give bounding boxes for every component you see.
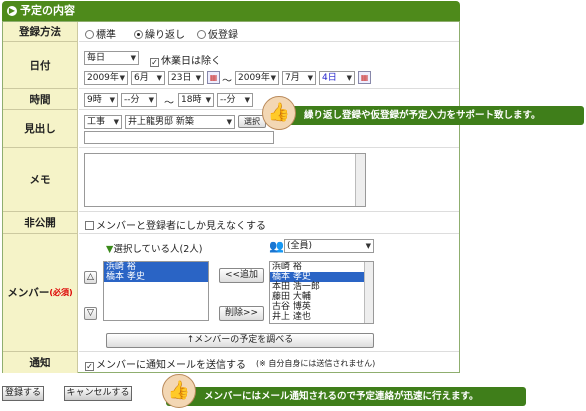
move-down-button[interactable]: ▽ <box>84 307 97 320</box>
notify-checkbox[interactable]: ✓ メンバーに通知メールを送信する <box>85 356 246 371</box>
move-up-button[interactable]: △ <box>84 271 97 284</box>
list-item[interactable]: 浜崎 裕 <box>270 262 373 272</box>
tip-banner: メンバーにはメール通知されるので予定連絡が迅速に行えます。 <box>166 387 526 406</box>
list-item[interactable]: 井上 達也 <box>270 312 373 322</box>
date-row: 毎日 ▼ ✓ 休業日は除く 2009年 ▼ 6月 ▼ 23日 ▼ ▦ 〜 2009年 ▼ 7… <box>79 42 459 89</box>
label-memo: メモ <box>3 148 78 212</box>
required-mark: (必須) <box>49 288 73 297</box>
start-minute-select[interactable]: --分 ▼ <box>121 93 157 107</box>
arrow-icon: ▶ <box>7 6 17 16</box>
list-item[interactable]: 本田 浩一郎 <box>270 282 373 292</box>
label-date: 日付 <box>3 42 78 89</box>
group-icon: 👥 <box>269 239 284 253</box>
dropdown-arrow-icon: ▼ <box>113 118 119 126</box>
check-icon: ✓ <box>85 362 94 371</box>
memo-row <box>79 148 459 212</box>
checkbox-icon <box>85 221 94 230</box>
label-time: 時間 <box>3 89 78 110</box>
start-hour-select[interactable]: 9時 ▼ <box>84 93 118 107</box>
radio-icon <box>85 30 94 39</box>
private-row: メンバーと登録者にしか見えなくする <box>79 212 459 234</box>
repeat-select[interactable]: 毎日 ▼ <box>84 51 139 65</box>
list-item[interactable]: 橋本 孝史 <box>104 272 208 282</box>
cancel-button[interactable]: キャンセルする <box>64 386 132 401</box>
dropdown-arrow-icon: ▼ <box>365 242 371 250</box>
notify-row: ✓ メンバーに通知メールを送信する (※ 自分自身には送信されません) <box>79 352 459 373</box>
calendar-icon[interactable]: ▦ <box>358 71 371 84</box>
radio-provisional[interactable]: 仮登録 <box>197 26 238 41</box>
list-item[interactable]: 藤田 大輔 <box>270 292 373 302</box>
all-members-list[interactable]: 浜崎 裕 橋本 孝史 本田 浩一郎 藤田 大輔 古谷 博英 井上 達也 <box>269 261 374 324</box>
start-day-select[interactable]: 23日 ▼ <box>168 71 204 85</box>
radio-icon <box>134 30 143 39</box>
check-schedule-button[interactable]: ↑メンバーの予定を調べる <box>106 333 374 348</box>
dropdown-arrow-icon: ▼ <box>270 74 276 82</box>
dropdown-arrow-icon: ▼ <box>109 96 115 104</box>
dropdown-arrow-icon: ▼ <box>205 96 211 104</box>
start-year-select[interactable]: 2009年 ▼ <box>84 71 128 85</box>
radio-icon <box>197 30 206 39</box>
thumbs-up-icon: 👍 <box>262 96 296 130</box>
radio-standard[interactable]: 標準 <box>85 26 116 41</box>
label-member: メンバー (必須) <box>3 234 78 352</box>
dropdown-arrow-icon: ▼ <box>226 118 232 126</box>
list-item[interactable]: 古谷 博英 <box>270 302 373 312</box>
site-select[interactable]: 井上龍男邸 新築 ▼ <box>125 115 235 129</box>
dropdown-arrow-icon: ▼ <box>244 96 250 104</box>
time-range-tilde: 〜 <box>164 98 174 109</box>
label-notify: 通知 <box>3 352 78 373</box>
scrollbar[interactable] <box>355 154 365 206</box>
dropdown-arrow-icon: ▼ <box>346 74 352 82</box>
dropdown-arrow-icon: ▼ <box>130 54 136 62</box>
remove-member-button[interactable]: 削除>> <box>219 306 264 321</box>
add-member-button[interactable]: <<追加 <box>219 268 264 283</box>
subject-input[interactable] <box>84 131 274 144</box>
check-icon: ✓ <box>150 58 159 67</box>
dropdown-arrow-icon: ▼ <box>148 96 154 104</box>
tip-banner: 繰り返し登録や仮登録が予定入力をサポート致します。 <box>266 106 584 125</box>
schedule-form: 登録方法 標準 繰り返し 仮登録 日付 毎日 ▼ ✓ 休業日は除く 2009年 ▼ 6… <box>2 21 460 373</box>
notify-note: (※ 自分自身には送信されません) <box>256 359 376 368</box>
selected-members-title: ▼選択している人(2人) <box>106 244 203 255</box>
category-select[interactable]: 工事 ▼ <box>84 115 122 129</box>
selected-members-list[interactable]: 浜崎 裕 橋本 孝史 <box>103 261 209 321</box>
dropdown-arrow-icon: ▼ <box>119 74 125 82</box>
end-minute-select[interactable]: --分 ▼ <box>217 93 253 107</box>
section-title: 予定の内容 <box>20 4 75 17</box>
scrollbar[interactable] <box>364 262 373 323</box>
register-button[interactable]: 登録する <box>2 386 44 401</box>
calendar-icon[interactable]: ▦ <box>207 71 220 84</box>
list-item[interactable]: 橋本 孝史 <box>270 272 373 282</box>
group-select[interactable]: (全員) ▼ <box>284 239 374 253</box>
date-range-tilde: 〜 <box>222 76 232 87</box>
private-checkbox[interactable]: メンバーと登録者にしか見えなくする <box>85 217 266 232</box>
end-day-select[interactable]: 4日 ▼ <box>319 71 355 85</box>
list-item[interactable]: 浜崎 裕 <box>104 262 208 272</box>
label-private: 非公開 <box>3 212 78 234</box>
end-hour-select[interactable]: 18時 ▼ <box>178 93 214 107</box>
radio-repeat[interactable]: 繰り返し <box>134 26 185 41</box>
thumbs-up-icon: 👍 <box>162 374 196 408</box>
dropdown-arrow-icon: ▼ <box>156 74 162 82</box>
section-header: ▶ 予定の内容 <box>2 1 460 21</box>
label-reg-method: 登録方法 <box>3 22 78 42</box>
label-subject: 見出し <box>3 110 78 148</box>
dropdown-arrow-icon: ▼ <box>195 74 201 82</box>
end-year-select[interactable]: 2009年 ▼ <box>235 71 279 85</box>
end-month-select[interactable]: 7月 ▼ <box>282 71 316 85</box>
holiday-checkbox[interactable]: ✓ 休業日は除く <box>150 52 221 67</box>
memo-textarea[interactable] <box>84 153 366 207</box>
dropdown-arrow-icon: ▼ <box>307 74 313 82</box>
member-row: ▼選択している人(2人) △ ▽ 浜崎 裕 橋本 孝史 <<追加 削除>> 👥 … <box>79 234 459 352</box>
reg-method-row: 標準 繰り返し 仮登録 <box>79 22 459 42</box>
start-month-select[interactable]: 6月 ▼ <box>131 71 165 85</box>
